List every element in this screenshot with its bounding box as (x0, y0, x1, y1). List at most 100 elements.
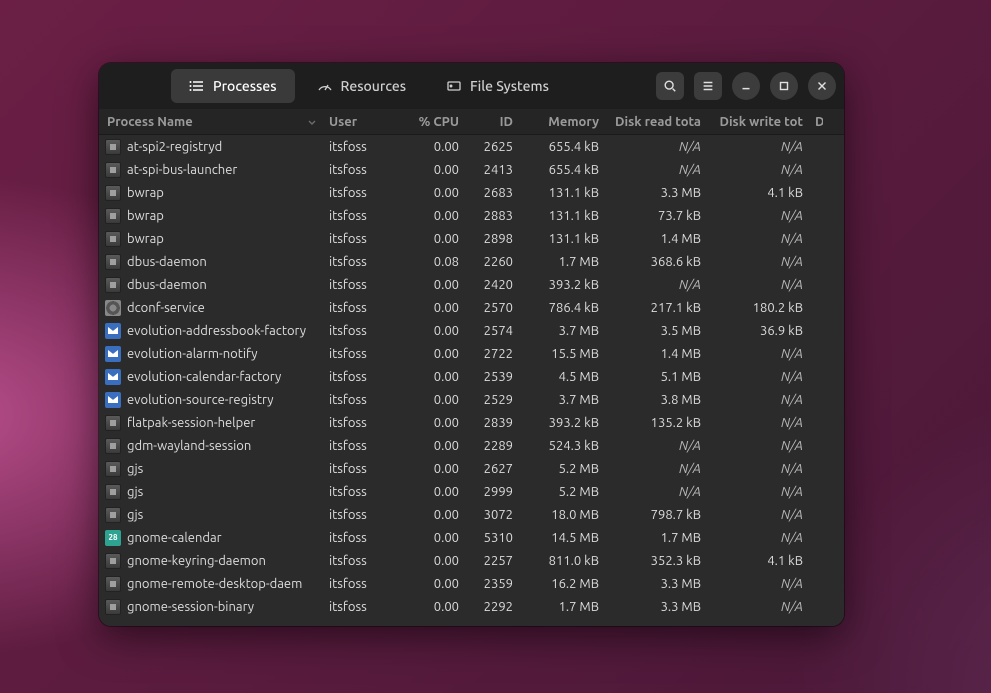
table-row[interactable]: flatpak-session-helperitsfoss0.002839393… (99, 411, 844, 434)
table-row[interactable]: dbus-daemonitsfoss0.002420393.2 kBN/AN/A (99, 273, 844, 296)
disk-write-cell: N/A (707, 600, 809, 614)
table-row[interactable]: gjsitsfoss0.0026275.2 MBN/AN/A (99, 457, 844, 480)
memory-cell: 786.4 kB (519, 301, 605, 315)
search-button[interactable] (656, 72, 684, 100)
disk-read-cell: 3.5 MB (605, 324, 707, 338)
col-overflow[interactable]: D (809, 115, 823, 129)
col-disk-read[interactable]: Disk read tota (605, 115, 707, 129)
disk-write-cell: N/A (707, 370, 809, 384)
process-name-cell: 28gnome-calendar (101, 530, 323, 546)
menu-button[interactable] (694, 72, 722, 100)
cpu-cell: 0.00 (395, 531, 465, 545)
generic-icon (105, 599, 121, 615)
process-name-cell: gnome-keyring-daemon (101, 553, 323, 569)
disk-write-cell: N/A (707, 531, 809, 545)
table-row[interactable]: at-spi2-registryditsfoss0.002625655.4 kB… (99, 135, 844, 158)
process-name: gnome-session-binary (127, 600, 254, 614)
disk-read-cell: 217.1 kB (605, 301, 707, 315)
table-row[interactable]: evolution-alarm-notifyitsfoss0.00272215.… (99, 342, 844, 365)
cpu-cell: 0.00 (395, 577, 465, 591)
table-row[interactable]: at-spi-bus-launcheritsfoss0.002413655.4 … (99, 158, 844, 181)
disk-write-cell: N/A (707, 393, 809, 407)
cpu-cell: 0.00 (395, 393, 465, 407)
cpu-cell: 0.00 (395, 554, 465, 568)
id-cell: 2413 (465, 163, 519, 177)
tab-processes[interactable]: Processes (171, 69, 295, 103)
disk-write-cell: 36.9 kB (707, 324, 809, 338)
table-row[interactable]: evolution-source-registryitsfoss0.002529… (99, 388, 844, 411)
generic-icon (105, 208, 121, 224)
process-list[interactable]: at-spi2-registryditsfoss0.002625655.4 kB… (99, 135, 844, 626)
disk-read-cell: 3.3 MB (605, 577, 707, 591)
disk-write-cell: 4.1 kB (707, 554, 809, 568)
table-row[interactable]: evolution-calendar-factoryitsfoss0.00253… (99, 365, 844, 388)
memory-cell: 131.1 kB (519, 232, 605, 246)
disk-write-cell: 4.1 kB (707, 186, 809, 200)
table-row[interactable]: evolution-addressbook-factoryitsfoss0.00… (99, 319, 844, 342)
table-row[interactable]: gnome-session-binaryitsfoss0.0022921.7 M… (99, 595, 844, 618)
process-name-cell: gdm-wayland-session (101, 438, 323, 454)
disk-write-cell: 180.2 kB (707, 301, 809, 315)
table-row[interactable]: gjsitsfoss0.00307218.0 MB798.7 kBN/A (99, 503, 844, 526)
table-row[interactable]: dconf-serviceitsfoss0.002570786.4 kB217.… (99, 296, 844, 319)
id-cell: 2529 (465, 393, 519, 407)
table-row[interactable]: bwrapitsfoss0.002898131.1 kB1.4 MBN/A (99, 227, 844, 250)
disk-write-cell: N/A (707, 255, 809, 269)
close-icon (815, 79, 829, 93)
col-cpu[interactable]: % CPU (395, 115, 465, 129)
process-name: gjs (127, 508, 143, 522)
col-process-name[interactable]: Process Name (101, 115, 323, 129)
memory-cell: 393.2 kB (519, 416, 605, 430)
table-row[interactable]: gnome-keyring-daemonitsfoss0.002257811.0… (99, 549, 844, 572)
mail-icon (105, 323, 121, 339)
user-cell: itsfoss (323, 485, 395, 499)
user-cell: itsfoss (323, 462, 395, 476)
minimize-button[interactable] (732, 72, 760, 100)
close-button[interactable] (808, 72, 836, 100)
table-row[interactable]: gjsitsfoss0.0029995.2 MBN/AN/A (99, 480, 844, 503)
dconf-icon (105, 300, 121, 316)
process-name: dconf-service (127, 301, 205, 315)
memory-cell: 4.5 MB (519, 370, 605, 384)
process-name-cell: evolution-alarm-notify (101, 346, 323, 362)
cpu-cell: 0.00 (395, 485, 465, 499)
disk-read-cell: 352.3 kB (605, 554, 707, 568)
user-cell: itsfoss (323, 163, 395, 177)
col-disk-write[interactable]: Disk write tot (707, 115, 809, 129)
table-row[interactable]: gnome-remote-desktop-daemitsfoss0.002359… (99, 572, 844, 595)
maximize-icon (777, 79, 791, 93)
mail-icon (105, 369, 121, 385)
process-name: dbus-daemon (127, 278, 207, 292)
cpu-cell: 0.00 (395, 508, 465, 522)
disk-write-cell: N/A (707, 232, 809, 246)
process-name-cell: gjs (101, 484, 323, 500)
id-cell: 2292 (465, 600, 519, 614)
id-cell: 2999 (465, 485, 519, 499)
id-cell: 5310 (465, 531, 519, 545)
col-memory[interactable]: Memory (519, 115, 605, 129)
tab-filesystems[interactable]: File Systems (428, 69, 567, 103)
disk-read-cell: N/A (605, 140, 707, 154)
disk-read-cell: N/A (605, 278, 707, 292)
maximize-button[interactable] (770, 72, 798, 100)
id-cell: 2722 (465, 347, 519, 361)
id-cell: 2260 (465, 255, 519, 269)
table-row[interactable]: 28gnome-calendaritsfoss0.00531014.5 MB1.… (99, 526, 844, 549)
id-cell: 2683 (465, 186, 519, 200)
user-cell: itsfoss (323, 278, 395, 292)
cpu-cell: 0.00 (395, 347, 465, 361)
generic-icon (105, 576, 121, 592)
user-cell: itsfoss (323, 531, 395, 545)
tab-resources[interactable]: Resources (299, 69, 425, 103)
table-row[interactable]: gdm-wayland-sessionitsfoss0.002289524.3 … (99, 434, 844, 457)
memory-cell: 15.5 MB (519, 347, 605, 361)
table-row[interactable]: dbus-daemonitsfoss0.0822601.7 MB368.6 kB… (99, 250, 844, 273)
cpu-cell: 0.00 (395, 163, 465, 177)
id-cell: 2359 (465, 577, 519, 591)
process-name: flatpak-session-helper (127, 416, 255, 430)
col-id[interactable]: ID (465, 115, 519, 129)
col-user[interactable]: User (323, 115, 395, 129)
table-row[interactable]: bwrapitsfoss0.002883131.1 kB73.7 kBN/A (99, 204, 844, 227)
disk-write-cell: N/A (707, 508, 809, 522)
table-row[interactable]: bwrapitsfoss0.002683131.1 kB3.3 MB4.1 kB (99, 181, 844, 204)
